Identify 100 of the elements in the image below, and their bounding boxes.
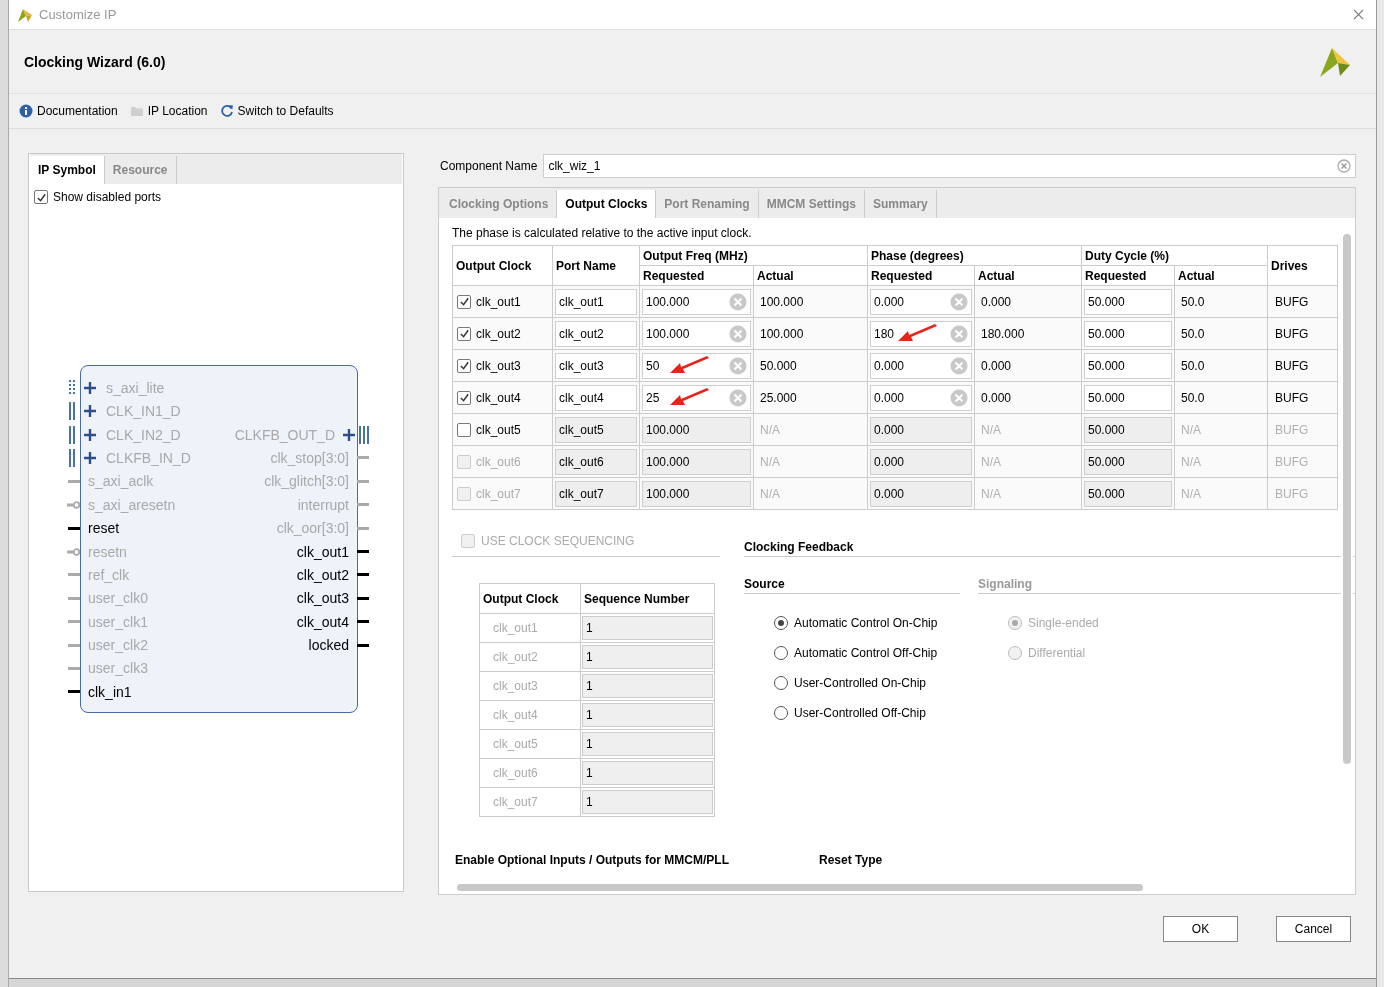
input-field[interactable]: 0.000 — [870, 480, 972, 507]
checkbox-label: clk_out5 — [476, 422, 521, 437]
port-name: s_axi_aclk — [88, 473, 154, 490]
plus-icon[interactable] — [343, 428, 355, 441]
table-cell-text: N/A — [980, 422, 1001, 437]
table-cell-text: N/A — [759, 486, 780, 501]
radio-button[interactable] — [774, 646, 788, 661]
toolbar-link[interactable]: Documentation — [19, 104, 118, 118]
plus-icon[interactable] — [84, 381, 96, 394]
radio-label: Automatic Control On-Chip — [794, 616, 938, 631]
close-icon[interactable] — [1353, 9, 1364, 21]
table-cell-text: clk_out1 — [492, 621, 538, 636]
input-field[interactable]: 50.000 — [1084, 384, 1172, 411]
table-cell-text: 50.0 — [1180, 294, 1205, 309]
checkbox-label: clk_out2 — [476, 326, 521, 341]
table-cell-text: BUFG — [1274, 390, 1309, 405]
input-field[interactable]: 50.000 — [1084, 448, 1172, 475]
radio-button[interactable] — [774, 616, 788, 631]
input-field[interactable]: 0.000 — [870, 416, 972, 443]
port-name-field[interactable]: clk_out1 — [555, 288, 637, 315]
input-field[interactable]: 50.000 — [1084, 480, 1172, 507]
column-header: Output Freq (MHz) — [639, 245, 868, 266]
port-name: clk_glitch[3:0] — [264, 473, 349, 490]
checkbox[interactable] — [457, 390, 471, 405]
port-name: reset — [88, 520, 120, 537]
checkbox[interactable] — [34, 190, 48, 205]
input-field[interactable]: 100.000 — [642, 480, 751, 507]
checkbox[interactable] — [457, 422, 471, 437]
table-cell-text: 50.000 — [759, 358, 797, 373]
ok-button[interactable]: OK — [1163, 916, 1238, 943]
input-field[interactable]: 180 — [870, 320, 972, 347]
checkbox-label: clk_out7 — [476, 486, 521, 501]
port-name-field[interactable]: clk_out6 — [555, 448, 637, 475]
input-field[interactable]: 50.000 — [1084, 320, 1172, 347]
plus-icon[interactable] — [84, 451, 96, 464]
column-header: Phase (degrees) — [867, 245, 1082, 266]
table-cell-text: 0.000 — [980, 294, 1012, 309]
port-name: user_clk3 — [88, 660, 148, 677]
input-field[interactable]: 50 — [642, 352, 751, 379]
input-field[interactable]: 50.000 — [1084, 352, 1172, 379]
input-field[interactable]: 100.000 — [642, 320, 751, 347]
toolbar-link[interactable]: IP Location — [129, 104, 208, 118]
wizard-title: Clocking Wizard (6.0) — [24, 53, 166, 70]
port-name-field[interactable]: clk_out5 — [555, 416, 637, 443]
input-field[interactable]: 50.000 — [1084, 416, 1172, 443]
radio-button[interactable] — [774, 676, 788, 691]
plus-icon[interactable] — [84, 405, 96, 418]
radio-label: User-Controlled On-Chip — [794, 676, 927, 691]
input-field[interactable]: 100.000 — [642, 416, 751, 443]
checkbox[interactable] — [457, 326, 471, 341]
input-field[interactable]: 0.000 — [870, 288, 972, 315]
plus-icon[interactable] — [84, 428, 96, 441]
column-header: Output Clock — [479, 583, 581, 614]
input-field[interactable]: 0.000 — [870, 448, 972, 475]
port-name-field[interactable]: clk_out4 — [555, 384, 637, 411]
port-name: clk_stop[3:0] — [270, 449, 349, 466]
tab[interactable]: Output Clocks — [557, 190, 657, 219]
table-cell-text: N/A — [1180, 454, 1201, 469]
info-icon — [19, 104, 33, 118]
input-field[interactable]: 0.000 — [870, 352, 972, 379]
table-cell-text: 50.0 — [1180, 390, 1205, 405]
checkbox[interactable] — [457, 294, 471, 309]
port-name: CLK_IN1_D — [106, 403, 181, 420]
input-field[interactable]: 100.000 — [642, 288, 751, 315]
checkbox-label: clk_out6 — [476, 454, 521, 469]
component-name-field[interactable]: clk_wiz_1 — [543, 154, 1356, 179]
table-cell-text: clk_out7 — [492, 795, 538, 810]
checkbox-label: clk_out1 — [476, 294, 521, 309]
port-name: CLK_IN2_D — [106, 426, 181, 443]
table-cell-text: BUFG — [1274, 486, 1309, 501]
radio-button[interactable] — [774, 706, 788, 721]
radio-label: Single-ended — [1028, 616, 1099, 631]
sequence-field: 1 — [582, 703, 713, 728]
port-name: CLKFB_IN_D — [106, 449, 191, 466]
table-cell-text: BUFG — [1274, 422, 1309, 437]
table-cell-text: BUFG — [1274, 454, 1309, 469]
checkbox[interactable] — [457, 358, 471, 373]
cancel-button[interactable]: Cancel — [1276, 916, 1351, 943]
input-field[interactable]: 25 — [642, 384, 751, 411]
sequence-field: 1 — [582, 674, 713, 699]
table-cell-text: N/A — [759, 454, 780, 469]
table-cell-text: 25.000 — [759, 390, 797, 405]
table-cell-text: 0.000 — [980, 358, 1012, 373]
input-field[interactable]: 50.000 — [1084, 288, 1172, 315]
input-field[interactable]: 100.000 — [642, 448, 751, 475]
port-name: user_clk2 — [88, 637, 148, 654]
port-name-field[interactable]: clk_out7 — [555, 480, 637, 507]
checkbox-label: clk_out4 — [476, 390, 521, 405]
port-name: interrupt — [297, 496, 349, 513]
port-name: clk_oor[3:0] — [276, 520, 349, 537]
port-name-field[interactable]: clk_out3 — [555, 352, 637, 379]
table-cell-text: 50.0 — [1180, 358, 1205, 373]
input-field[interactable]: 0.000 — [870, 384, 972, 411]
clear-icon[interactable] — [1337, 159, 1351, 174]
checkbox-label: clk_out3 — [476, 358, 521, 373]
port-name-field[interactable]: clk_out2 — [555, 320, 637, 347]
inverted-pin-icon — [67, 547, 81, 556]
panel-tab[interactable]: IP Symbol — [30, 156, 105, 185]
table-cell-text: N/A — [980, 454, 1001, 469]
toolbar-link[interactable]: Switch to Defaults — [219, 104, 334, 118]
